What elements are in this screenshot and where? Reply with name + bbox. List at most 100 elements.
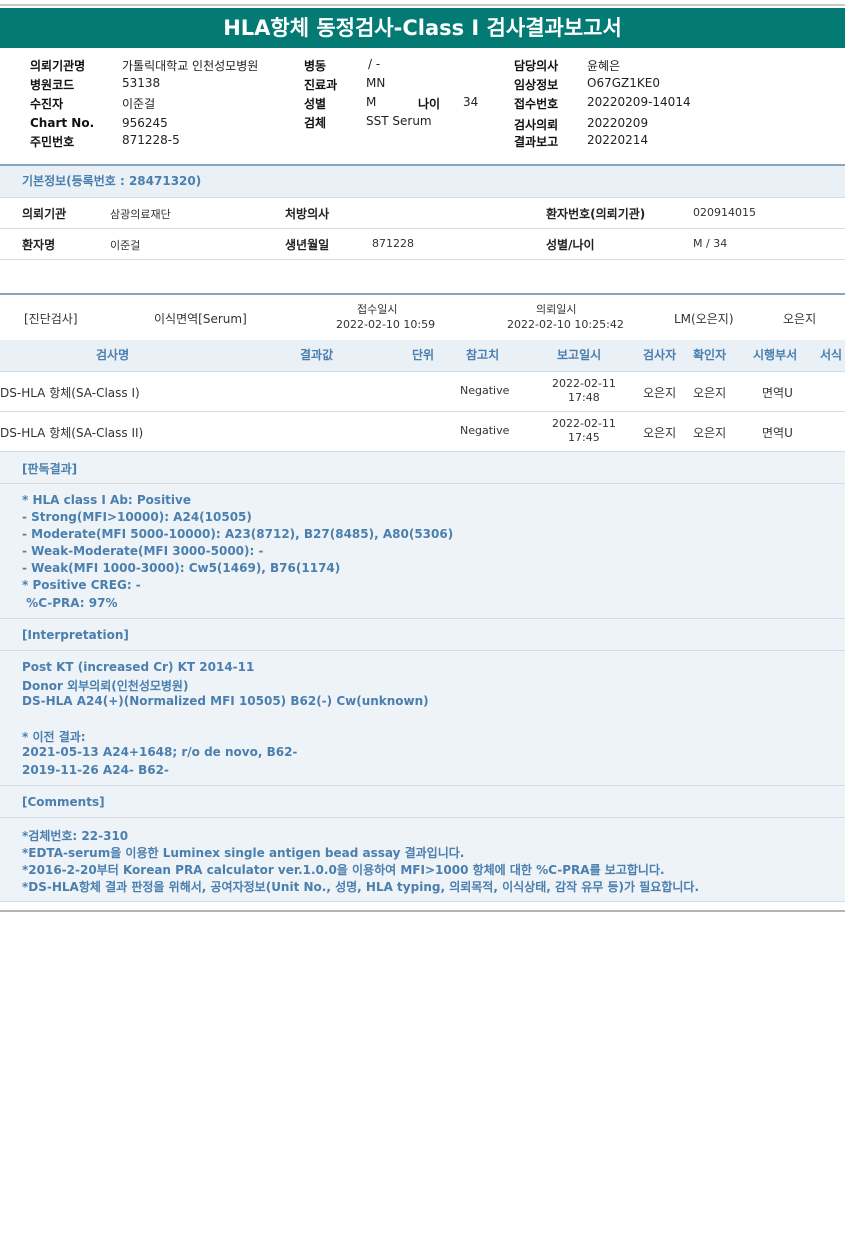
birthdate-label: 생년월일	[285, 238, 330, 252]
interpretation-line: 2019-11-26 A24- B62-	[22, 763, 169, 777]
specimen-value: SST Serum	[366, 114, 432, 128]
divider	[0, 785, 845, 786]
col-result: 결과값	[300, 348, 334, 362]
patient-name-label: 환자명	[22, 238, 56, 252]
result-report-value: 20220214	[587, 133, 649, 147]
interpretation-line: DS-HLA A24(+)(Normalized MFI 10505) B62(…	[22, 694, 429, 708]
hospital-code-value: 53138	[122, 76, 161, 90]
request-time-label: 의뢰일시	[536, 303, 577, 316]
row-tester: 오은지	[643, 386, 677, 400]
judgment-line: %C-PRA: 97%	[22, 596, 118, 610]
prescriber-label: 처방의사	[285, 207, 330, 221]
comment-line: *EDTA-serum을 이용한 Luminex single antigen …	[22, 846, 465, 860]
divider	[0, 618, 845, 619]
clinical-info-value: O67GZ1KE0	[587, 76, 660, 90]
interpretation-line: * 이전 결과:	[22, 730, 86, 744]
basic-info-title: 기본정보(등록번호 : 28471320)	[0, 166, 845, 197]
comment-line: *DS-HLA항체 결과 판정을 위해서, 공여자정보(Unit No., 성명…	[22, 880, 699, 894]
chart-no-value: 956245	[122, 116, 168, 130]
row-report-date: 2022-02-11	[552, 377, 616, 390]
divider	[0, 371, 845, 372]
col-report-time: 보고일시	[557, 348, 602, 362]
resident-no-label: 주민번호	[30, 135, 75, 149]
divider	[0, 293, 845, 295]
patient-name-value: 이준걸	[110, 239, 141, 252]
judgment-line: - Strong(MFI>10000): A24(10505)	[22, 510, 252, 524]
results-table-header: 검사명 결과값 단위 참고치 보고일시 검사자 확인자 시행부서 서식	[0, 340, 845, 371]
requesting-org-value: 삼광의료재단	[110, 208, 171, 221]
comments-title: [Comments]	[22, 795, 105, 809]
sex-value: M	[366, 95, 377, 109]
col-unit: 단위	[412, 348, 435, 362]
divider	[0, 197, 845, 198]
test-request-label: 검사의뢰	[514, 118, 559, 132]
col-reference: 참고치	[466, 348, 500, 362]
patient-label: 수진자	[30, 97, 64, 111]
bottom-border	[0, 910, 845, 912]
patient-no-label: 환자번호(의뢰기관)	[546, 207, 646, 221]
hospital-name-label: 의뢰기관명	[30, 59, 86, 73]
patient-value: 이준걸	[122, 97, 156, 111]
divider	[0, 817, 845, 818]
lm-person: LM(오은지)	[674, 312, 734, 326]
result-report-label: 결과보고	[514, 135, 559, 149]
report-title: HLA항체 동정검사-Class I 검사결과보고서	[0, 8, 845, 48]
interpretation-line: Post KT (increased Cr) KT 2014-11	[22, 660, 255, 674]
judgment-line: - Weak-Moderate(MFI 3000-5000): -	[22, 544, 264, 558]
hospital-code-label: 병원코드	[30, 78, 75, 92]
requesting-org-label: 의뢰기관	[22, 207, 67, 221]
doctor-label: 담당의사	[514, 59, 559, 73]
divider	[0, 483, 845, 484]
col-dept: 시행부서	[753, 348, 798, 362]
col-tester: 검사자	[643, 348, 677, 362]
interpretation-title: [Interpretation]	[22, 628, 129, 642]
row-report-time: 17:45	[568, 431, 600, 444]
divider	[0, 228, 845, 229]
request-time-value: 2022-02-10 10:25:42	[507, 318, 624, 331]
col-test-name: 검사명	[96, 348, 130, 362]
comment-line: *검체번호: 22-310	[22, 829, 129, 843]
test-request-value: 20220209	[587, 116, 649, 130]
interpretation-line: Donor 외부의뢰(인천성모병원)	[22, 679, 189, 693]
diag-person: 오은지	[783, 312, 817, 326]
ward-label: 병동	[304, 59, 327, 73]
row-dept: 면역U	[762, 426, 793, 440]
divider	[0, 259, 845, 260]
specimen-label: 검체	[304, 116, 327, 130]
row-report-date: 2022-02-11	[552, 417, 616, 430]
top-border	[0, 4, 845, 6]
row-dept: 면역U	[762, 386, 793, 400]
row-reference: Negative	[460, 384, 510, 397]
col-form: 서식	[820, 348, 843, 362]
doctor-value: 윤혜은	[587, 59, 621, 73]
sex-age-label: 성별/나이	[546, 238, 595, 252]
receipt-time-value: 2022-02-10 10:59	[336, 318, 436, 331]
patient-no-value: 020914015	[693, 206, 756, 219]
row-tester: 오은지	[643, 426, 677, 440]
judgment-line: * HLA class I Ab: Positive	[22, 493, 191, 507]
judgment-title: [판독결과]	[22, 462, 78, 476]
row-report-time: 17:48	[568, 391, 600, 404]
sex-label: 성별	[304, 97, 327, 111]
interpretation-line: 2021-05-13 A24+1648; r/o de novo, B62-	[22, 745, 298, 759]
row-test-name: DS-HLA 항체(SA-Class II)	[0, 426, 144, 440]
clinical-info-label: 임상정보	[514, 78, 559, 92]
diag-category: [진단검사]	[24, 312, 78, 326]
comment-line: *2016-2-20부터 Korean PRA calculator ver.1…	[22, 863, 665, 877]
chart-no-label: Chart No.	[30, 116, 95, 130]
col-checker: 확인자	[693, 348, 727, 362]
divider	[0, 411, 845, 412]
row-checker: 오은지	[693, 426, 727, 440]
judgment-line: - Moderate(MFI 5000-10000): A23(8712), B…	[22, 527, 454, 541]
department-label: 진료과	[304, 78, 338, 92]
age-value: 34	[463, 95, 479, 109]
judgment-line: - Weak(MFI 1000-3000): Cw5(1469), B76(11…	[22, 561, 341, 575]
row-checker: 오은지	[693, 386, 727, 400]
receipt-no-value: 20220209-14014	[587, 95, 691, 109]
row-reference: Negative	[460, 424, 510, 437]
divider	[0, 650, 845, 651]
hospital-name-value: 가톨릭대학교 인천성모병원	[122, 59, 259, 73]
sex-age-value: M / 34	[693, 237, 728, 250]
receipt-time-label: 접수일시	[357, 303, 398, 316]
ward-value: / -	[368, 57, 381, 71]
